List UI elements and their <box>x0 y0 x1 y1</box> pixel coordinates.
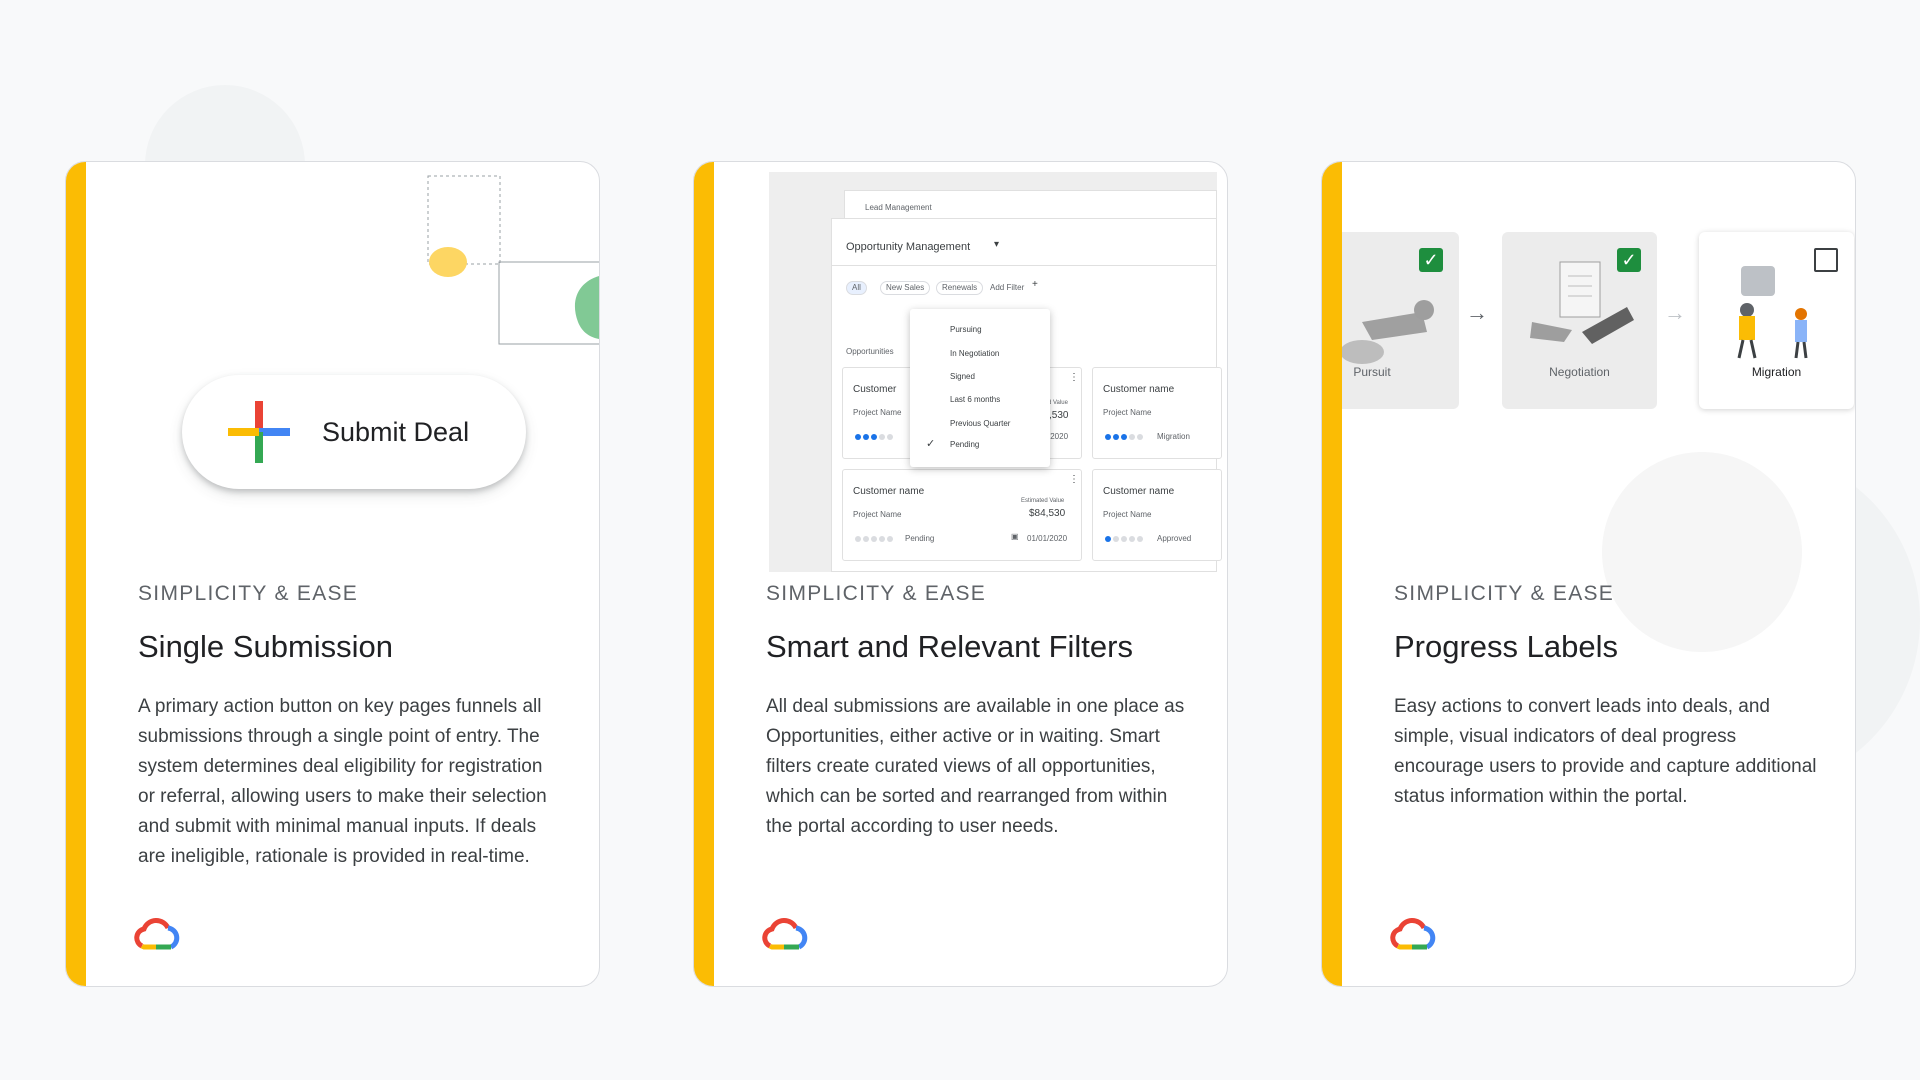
submit-deal-label: Submit Deal <box>322 416 470 447</box>
feature-card-progress-labels: ✓ Pursuit → ✓ Negotiation → Migration SI… <box>1321 161 1856 987</box>
customer-name: Customer name <box>853 486 925 497</box>
date: 01/01/2020 <box>1027 534 1068 543</box>
accent-bar <box>1322 162 1342 986</box>
opportunity-card[interactable]: Customer name Project Name Approved <box>1092 469 1222 561</box>
step-label: Migration <box>1751 365 1802 379</box>
progress-dots <box>855 536 893 542</box>
progress-dots <box>1105 536 1143 542</box>
chevron-down-icon: ▾ <box>994 239 1000 250</box>
menu-item[interactable]: Pending <box>950 440 979 449</box>
opportunity-card[interactable]: Customer name Project Name Migration <box>1092 367 1222 459</box>
progress-dots <box>1105 434 1143 440</box>
card-body: Easy actions to convert leads into deals… <box>1394 696 1817 807</box>
card-body: A primary action button on key pages fun… <box>138 696 547 867</box>
add-filter-button[interactable]: Add Filter <box>990 283 1024 292</box>
add-icon: + <box>1032 279 1038 290</box>
more-vert-icon[interactable]: ⋮ <box>1069 372 1079 383</box>
google-cloud-logo-icon <box>134 918 180 950</box>
menu-item[interactable]: Previous Quarter <box>950 419 1010 428</box>
status-label: Migration <box>1157 432 1190 441</box>
plus-icon <box>228 401 290 463</box>
menu-item[interactable]: Last 6 months <box>950 395 1000 404</box>
card-title: Single Submission <box>138 629 394 664</box>
feature-card-single-submission: Submit Deal SIMPLICITY & EASE Single Sub… <box>65 161 600 987</box>
filter-chip-all[interactable]: All <box>846 281 867 295</box>
step-pursuit[interactable]: ✓ Pursuit <box>1342 232 1459 409</box>
google-cloud-logo-icon <box>762 918 808 950</box>
unchecked-box-icon[interactable] <box>1814 248 1838 272</box>
card-title: Progress Labels <box>1394 629 1619 664</box>
check-icon: ✓ <box>926 438 936 450</box>
arrow-right-icon: → <box>1664 300 1686 325</box>
accent-bar <box>66 162 86 986</box>
card-title: Smart and Relevant Filters <box>766 629 1133 664</box>
step-migration[interactable]: Migration <box>1699 232 1854 409</box>
decorative-shapes <box>427 175 599 345</box>
menu-item[interactable]: Pursuing <box>950 325 982 334</box>
feature-card-smart-filters: Lead Management Opportunity Management ▾… <box>693 161 1228 987</box>
customer-name: Customer name <box>1103 486 1175 497</box>
step-label: Negotiation <box>1549 365 1610 379</box>
card-illustration: Lead Management Opportunity Management ▾… <box>714 162 1227 572</box>
value-label: Estimated Value <box>1021 498 1065 504</box>
checked-icon[interactable]: ✓ <box>1617 248 1641 272</box>
portal-screenshot: Lead Management Opportunity Management ▾… <box>769 172 1222 572</box>
card-eyebrow: SIMPLICITY & EASE <box>138 582 359 605</box>
back-window-title: Lead Management <box>865 203 932 212</box>
project-name: Project Name <box>1103 510 1152 519</box>
date: /2020 <box>1048 432 1069 441</box>
status-label: Approved <box>1157 534 1192 543</box>
card-body: All deal submissions are available in on… <box>766 696 1185 837</box>
value-label: d Value <box>1048 400 1068 406</box>
submit-deal-button[interactable]: Submit Deal <box>182 375 526 489</box>
step-label: Pursuit <box>1353 365 1391 379</box>
customer-name: Customer name <box>1103 384 1175 395</box>
checked-icon[interactable]: ✓ <box>1419 248 1443 272</box>
opportunities-label: Opportunities <box>846 347 894 356</box>
calendar-icon: ▣ <box>1011 532 1019 541</box>
value: ,530 <box>1049 410 1069 421</box>
opportunity-card[interactable]: Customer name Project Name Estimated Val… <box>842 469 1082 561</box>
step-negotiation[interactable]: ✓ Negotiation <box>1502 232 1657 409</box>
project-name: Project Name <box>1103 408 1152 417</box>
value: $84,530 <box>1029 508 1066 519</box>
card-illustration: Submit Deal <box>86 162 599 572</box>
more-vert-icon[interactable]: ⋮ <box>1069 474 1079 485</box>
project-name: Project Name <box>853 510 902 519</box>
status-label: Pending <box>905 534 935 543</box>
customer-name: Customer <box>853 384 897 395</box>
progress-dots <box>855 434 893 440</box>
filter-menu: Pursuing In Negotiation Signed Last 6 mo… <box>910 309 1050 467</box>
menu-item[interactable]: Signed <box>950 372 975 381</box>
filter-chip-renewals[interactable]: Renewals <box>936 281 984 295</box>
project-name: Project Name <box>853 408 902 417</box>
accent-bar <box>694 162 714 986</box>
card-eyebrow: SIMPLICITY & EASE <box>766 582 987 605</box>
arrow-right-icon: → <box>1466 300 1488 325</box>
opportunity-dropdown[interactable]: Opportunity Management <box>846 241 970 253</box>
front-window: Opportunity Management ▾ All New Sales R… <box>831 218 1222 572</box>
filter-chip-new-sales[interactable]: New Sales <box>880 281 931 295</box>
menu-item[interactable]: In Negotiation <box>950 349 999 358</box>
google-cloud-logo-icon <box>1390 918 1436 950</box>
card-eyebrow: SIMPLICITY & EASE <box>1394 582 1615 605</box>
